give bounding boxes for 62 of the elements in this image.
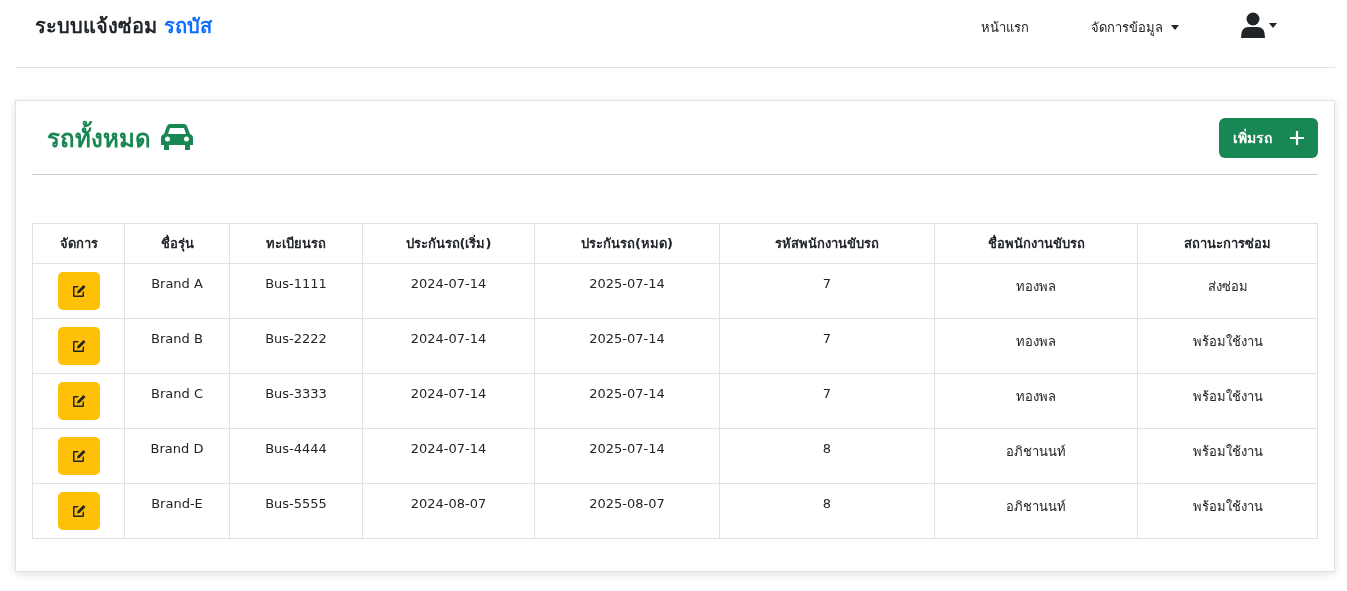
table-cell: อภิชานนท์ — [934, 428, 1138, 484]
page-title: รถทั้งหมด — [47, 118, 151, 158]
column-header: ชื่อพนักงานขับรถ — [934, 223, 1138, 264]
edit-button[interactable] — [57, 492, 100, 530]
table-cell: อภิชานนท์ — [934, 483, 1138, 539]
brand-title[interactable]: ระบบแจ้งซ่อม รถบัส — [35, 0, 212, 42]
table-cell: 7 — [719, 373, 935, 429]
edit-button[interactable] — [57, 327, 100, 365]
table-cell: ทองพล — [934, 373, 1138, 429]
edit-icon — [71, 449, 86, 463]
edit-button[interactable] — [57, 437, 100, 475]
nav-link[interactable]: จัดการข้อมูล — [1091, 16, 1179, 38]
add-car-button[interactable]: เพิ่มรถ — [1219, 118, 1318, 158]
table-cell: พร้อมใช้งาน — [1137, 373, 1318, 429]
table-cell: 2024-07-14 — [362, 318, 535, 374]
table-cell: ทองพล — [934, 263, 1138, 319]
table-cell: 2025-07-14 — [534, 373, 720, 429]
table-cell: พร้อมใช้งาน — [1137, 428, 1318, 484]
table-cell: Bus-3333 — [229, 373, 363, 429]
column-header: รหัสพนักงานขับรถ — [719, 223, 935, 264]
nav-link[interactable]: หน้าแรก — [981, 16, 1029, 38]
table-cell: 7 — [719, 318, 935, 374]
column-header: ทะเบียนรถ — [229, 223, 363, 264]
table-cell: 2025-07-14 — [534, 263, 720, 319]
table-cell: Brand D — [124, 428, 230, 484]
table-cell: 8 — [719, 428, 935, 484]
table-cell: 2025-07-14 — [534, 428, 720, 484]
edit-icon — [71, 284, 86, 298]
table-cell: 2024-07-14 — [362, 373, 535, 429]
table-cell: 2025-07-14 — [534, 318, 720, 374]
table-cell: Brand-E — [124, 483, 230, 539]
column-header: ชื่อรุ่น — [124, 223, 230, 264]
table-cell: Bus-4444 — [229, 428, 363, 484]
table-cell: Brand A — [124, 263, 230, 319]
table-cell: 2025-08-07 — [534, 483, 720, 539]
plus-icon — [1290, 131, 1304, 145]
column-header: จัดการ — [32, 223, 125, 264]
table-cell: 2024-07-14 — [362, 428, 535, 484]
table-cell: Bus-5555 — [229, 483, 363, 539]
edit-icon — [71, 504, 86, 518]
table-cell: Brand B — [124, 318, 230, 374]
table-cell: พร้อมใช้งาน — [1137, 318, 1318, 374]
table-cell: ส่งซ่อม — [1137, 263, 1318, 319]
table-cell: 2024-07-14 — [362, 263, 535, 319]
edit-icon — [71, 394, 86, 408]
edit-button[interactable] — [57, 272, 100, 310]
user-menu[interactable] — [1241, 12, 1277, 38]
table-cell: 7 — [719, 263, 935, 319]
edit-button[interactable] — [57, 382, 100, 420]
column-header: ประกันรถ(เริ่ม) — [362, 223, 535, 264]
table-cell: 8 — [719, 483, 935, 539]
table-cell: Bus-1111 — [229, 263, 363, 319]
user-icon — [1241, 12, 1265, 38]
table-cell: Brand C — [124, 373, 230, 429]
edit-icon — [71, 339, 86, 353]
table-cell: Bus-2222 — [229, 318, 363, 374]
car-icon — [161, 124, 193, 150]
column-header: สถานะการซ่อม — [1137, 223, 1318, 264]
table-cell: พร้อมใช้งาน — [1137, 483, 1318, 539]
column-header: ประกันรถ(หมด) — [534, 223, 720, 264]
table-cell: 2024-08-07 — [362, 483, 535, 539]
table-cell: ทองพล — [934, 318, 1138, 374]
